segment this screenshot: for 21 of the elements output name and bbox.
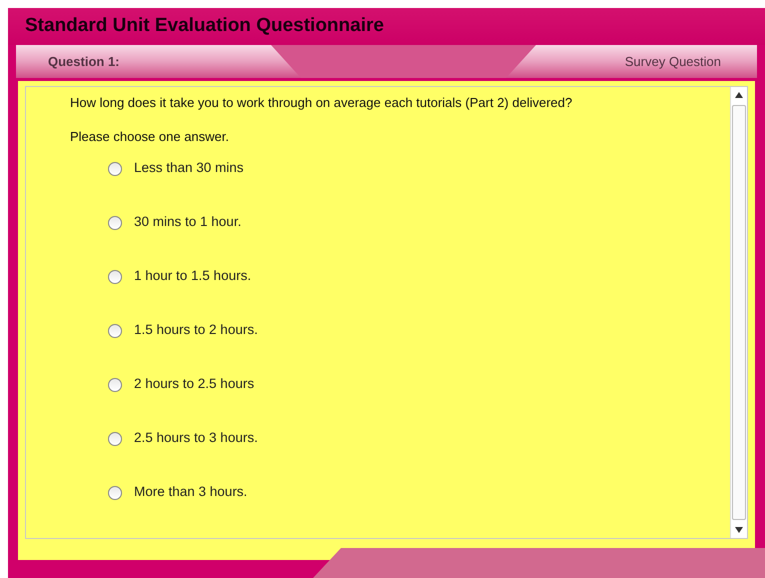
radio-button[interactable] <box>108 324 122 338</box>
answer-option[interactable]: More than 3 hours. <box>108 484 730 501</box>
question-type: Survey Question <box>624 52 721 71</box>
instruction-text: Please choose one answer. <box>70 128 230 146</box>
answer-option[interactable]: 2.5 hours to 3 hours. <box>108 430 730 447</box>
answer-option[interactable]: Less than 30 mins <box>108 160 730 177</box>
radio-button[interactable] <box>108 378 122 392</box>
radio-button[interactable] <box>108 486 122 500</box>
window-title: Standard Unit Evaluation Questionnaire <box>25 14 384 38</box>
answer-option[interactable]: 1.5 hours to 2 hours. <box>108 322 730 339</box>
scroll-thumb[interactable] <box>732 105 746 520</box>
radio-button[interactable] <box>108 162 122 176</box>
answer-option[interactable]: 30 mins to 1 hour. <box>108 214 730 231</box>
question-label: Question 1: <box>48 52 120 71</box>
radio-button[interactable] <box>108 432 122 446</box>
scrollbar[interactable] <box>730 87 747 538</box>
answer-option[interactable]: 2 hours to 2.5 hours <box>108 376 730 393</box>
question-text: How long does it take you to work through on average each tutorials (Part 2) delivered? <box>70 94 574 112</box>
radio-button[interactable] <box>108 270 122 284</box>
answer-option[interactable]: 1 hour to 1.5 hours. <box>108 268 730 285</box>
radio-button[interactable] <box>108 216 122 230</box>
